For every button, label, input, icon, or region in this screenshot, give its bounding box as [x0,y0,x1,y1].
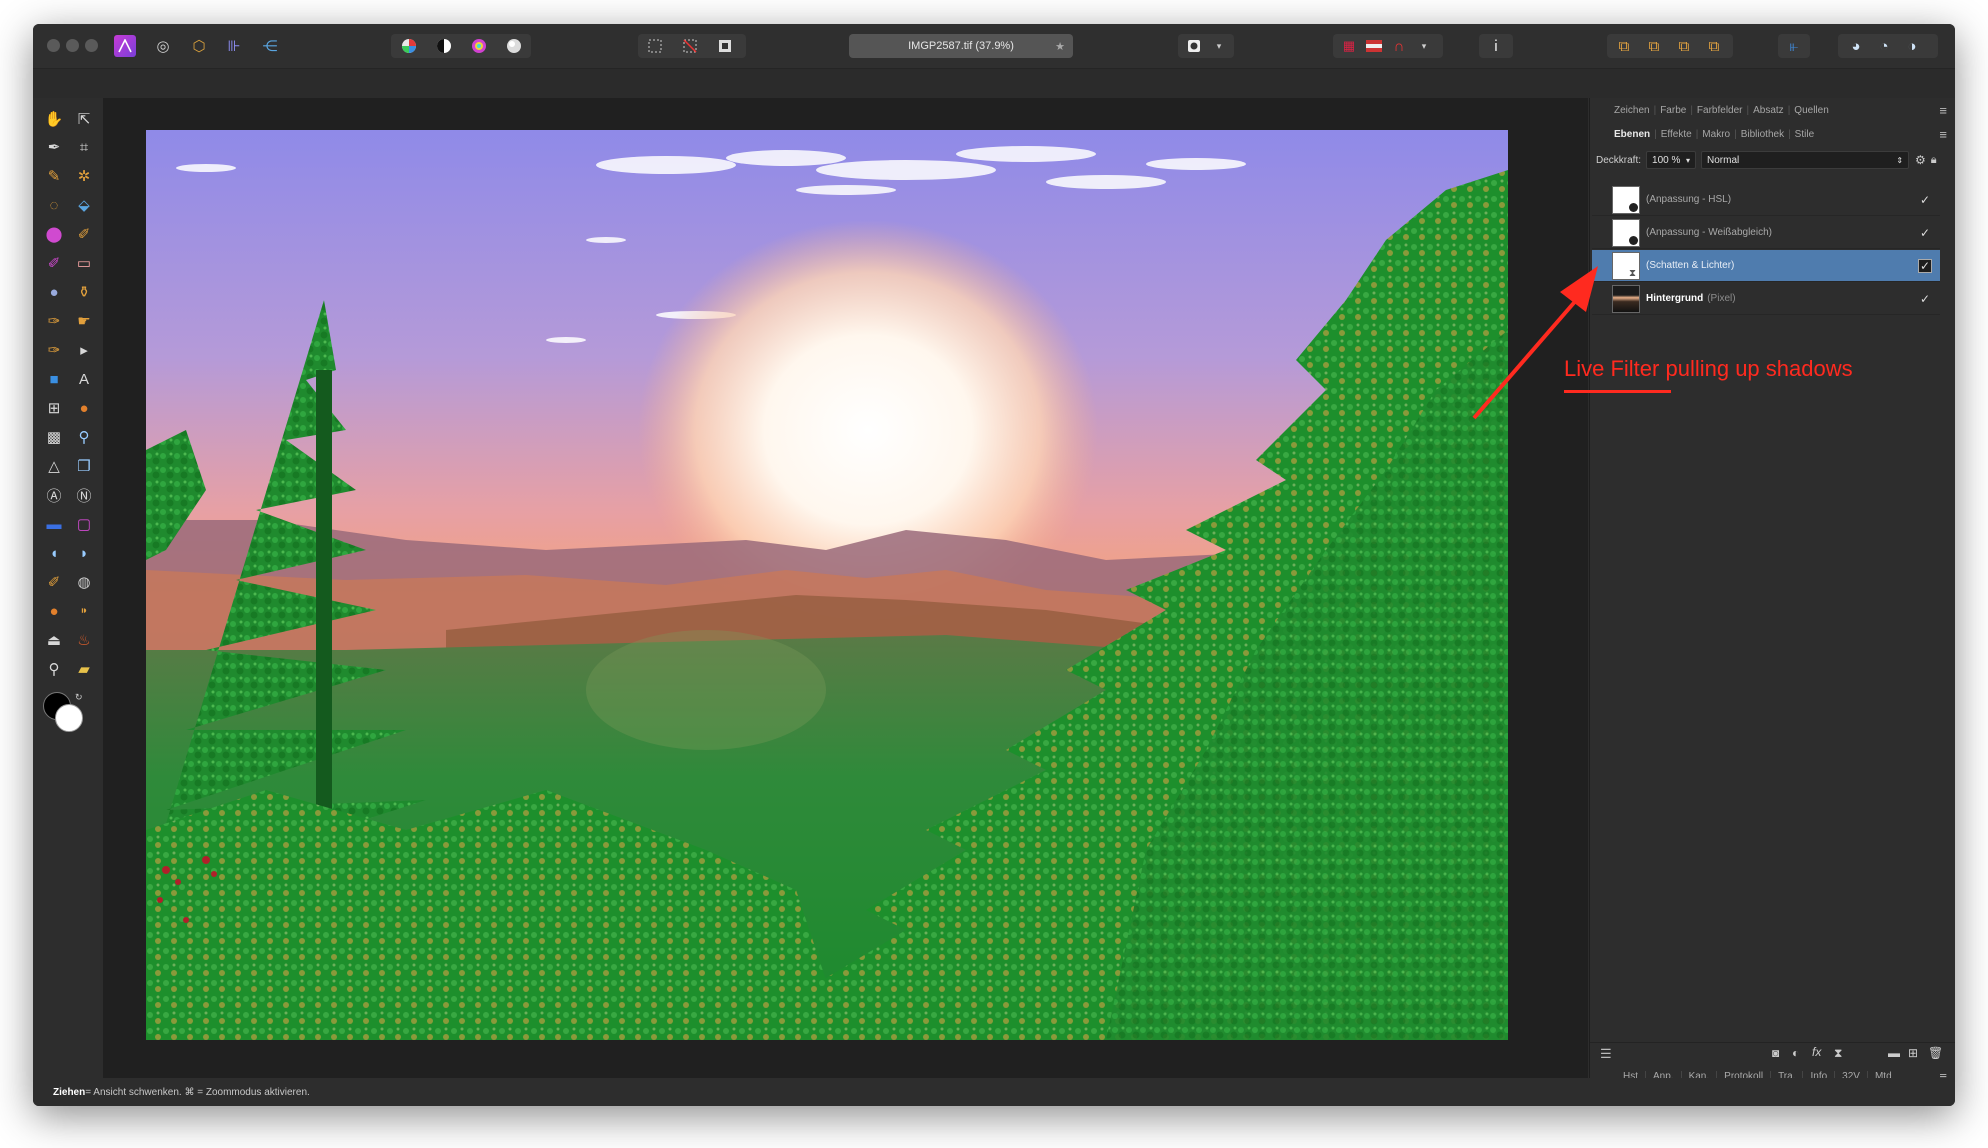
annotation-underline [1564,390,1671,393]
annotation-text: Live Filter pulling up shadows [1564,356,1853,381]
annotation-arrow [1472,266,1598,420]
annotation-arrow-line [1472,288,1587,420]
annotation-arrow-head [1560,266,1598,312]
